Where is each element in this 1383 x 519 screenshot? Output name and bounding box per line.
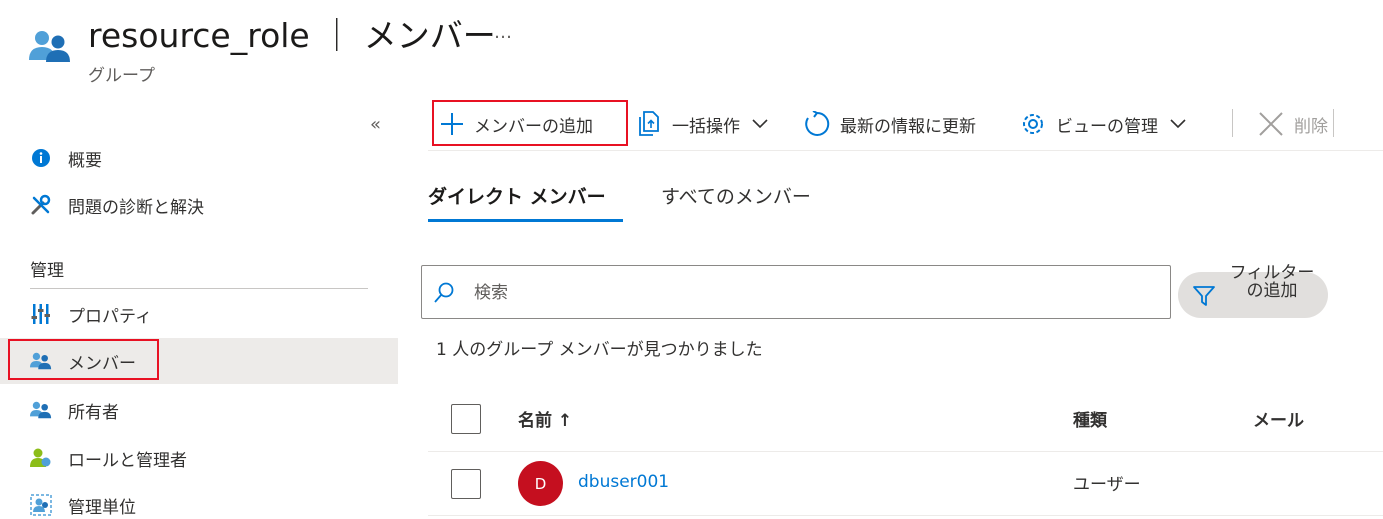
highlight-box-members: [8, 339, 159, 380]
member-name-link[interactable]: dbuser001: [578, 472, 669, 492]
search-input[interactable]: [474, 278, 1154, 308]
toolbar-divider: [1333, 109, 1334, 137]
sidebar-item-owners[interactable]: 所有者: [0, 387, 398, 433]
collapse-sidebar-button[interactable]: «: [370, 114, 381, 135]
info-icon: [30, 147, 52, 169]
close-icon: [1258, 111, 1284, 137]
column-header-name[interactable]: 名前 ↑: [518, 406, 572, 431]
toolbar-divider: [1232, 109, 1233, 137]
highlight-box-add-member: [432, 100, 628, 146]
wrench-icon: [30, 194, 52, 216]
avatar: D: [518, 461, 563, 506]
sidebar-item-label: プロパティ: [68, 306, 152, 327]
search-box[interactable]: [421, 265, 1171, 319]
refresh-icon: [804, 111, 830, 137]
tab-direct-members[interactable]: ダイレクト メンバー: [428, 182, 606, 209]
tab-all-members[interactable]: すべてのメンバー: [661, 182, 811, 209]
column-header-mail[interactable]: メール: [1253, 406, 1304, 431]
bulk-operations-button[interactable]: 一括操作: [638, 104, 768, 144]
sidebar-item-label: 所有者: [68, 402, 119, 423]
row-divider: [428, 451, 1383, 452]
admin-units-icon: [30, 494, 52, 516]
active-tab-indicator: [428, 219, 623, 222]
delete-button[interactable]: 削除: [1258, 104, 1328, 144]
section-divider: [30, 288, 368, 289]
properties-icon: [30, 303, 52, 325]
chevron-down-icon: [1170, 119, 1186, 129]
sidebar-item-label: 管理単位: [68, 497, 136, 518]
filter-icon: [1192, 284, 1216, 312]
chevron-down-icon: [752, 119, 768, 129]
row-checkbox[interactable]: [451, 469, 481, 499]
sidebar-item-properties[interactable]: プロパティ: [0, 291, 398, 337]
row-divider: [428, 515, 1383, 516]
gear-icon: [1020, 111, 1046, 137]
page-title: resource_role ｜ メンバー: [88, 16, 496, 55]
select-all-checkbox[interactable]: [451, 404, 481, 434]
add-filter-button[interactable]: フィルターの追加: [1178, 264, 1328, 318]
search-icon: [432, 281, 456, 309]
toolbar-bottom-border: [428, 150, 1383, 151]
result-count-text: 1 人のグループ メンバーが見つかりました: [436, 340, 763, 360]
page-subtitle: グループ: [88, 66, 155, 86]
refresh-label: 最新の情報に更新: [840, 116, 976, 137]
more-options-button[interactable]: …: [494, 22, 513, 43]
roles-icon: [30, 447, 52, 469]
add-filter-label: フィルターの追加: [1229, 263, 1315, 301]
column-header-type[interactable]: 種類: [1073, 406, 1107, 431]
sidebar-item-label: 問題の診断と解決: [68, 197, 204, 218]
section-title-manage: 管理: [30, 261, 64, 281]
sidebar-item-label: 概要: [68, 150, 102, 171]
sidebar-item-label: ロールと管理者: [68, 450, 187, 471]
sidebar-item-overview[interactable]: 概要: [0, 135, 398, 181]
delete-label: 削除: [1294, 116, 1328, 137]
sidebar-item-admin-units[interactable]: 管理単位: [0, 482, 398, 519]
bulk-operations-label: 一括操作: [672, 116, 740, 137]
sidebar-item-roles[interactable]: ロールと管理者: [0, 435, 398, 481]
group-icon: [28, 28, 74, 66]
refresh-button[interactable]: 最新の情報に更新: [804, 104, 976, 144]
member-type: ユーザー: [1073, 475, 1141, 495]
owners-icon: [30, 399, 52, 421]
manage-view-button[interactable]: ビューの管理: [1020, 104, 1186, 144]
sidebar-item-diagnose[interactable]: 問題の診断と解決: [0, 182, 398, 228]
manage-view-label: ビューの管理: [1056, 116, 1158, 137]
bulk-operations-icon: [638, 111, 662, 137]
